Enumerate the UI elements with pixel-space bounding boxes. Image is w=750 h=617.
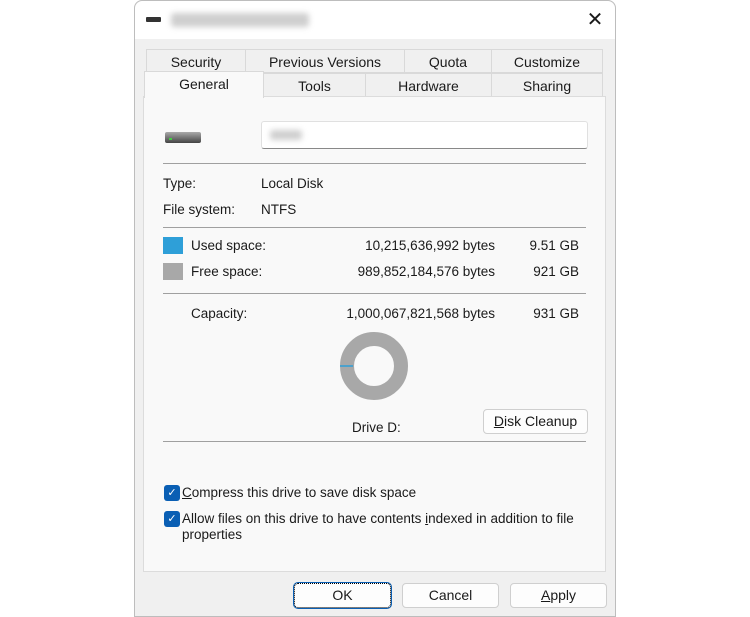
capacity-bytes: 1,000,067,821,568 bytes bbox=[346, 306, 495, 321]
tab-tools[interactable]: Tools bbox=[263, 73, 366, 97]
compress-label[interactable]: Compress this drive to save disk space bbox=[182, 485, 416, 500]
apply-button[interactable]: Apply bbox=[510, 583, 607, 608]
window-title bbox=[171, 13, 309, 27]
free-space-gb: 921 GB bbox=[533, 264, 579, 279]
free-space-label: Free space: bbox=[191, 264, 263, 279]
filesystem-label: File system: bbox=[163, 202, 236, 217]
type-value: Local Disk bbox=[261, 176, 324, 191]
used-space-gb: 9.51 GB bbox=[529, 238, 579, 253]
disk-cleanup-button[interactable]: Disk Cleanup bbox=[483, 409, 588, 434]
drive-label: Drive D: bbox=[352, 420, 401, 435]
index-checkbox[interactable]: ✓ bbox=[164, 511, 180, 527]
tab-general[interactable]: General bbox=[144, 71, 264, 98]
index-label[interactable]: Allow files on this drive to have conten… bbox=[182, 511, 582, 543]
type-label: Type: bbox=[163, 176, 197, 191]
general-panel: Type: Local Disk File system: NTFS Used … bbox=[143, 96, 606, 572]
free-space-ring bbox=[340, 332, 408, 400]
hard-drive-icon bbox=[165, 132, 201, 143]
used-space-label: Used space: bbox=[191, 238, 267, 253]
tab-hardware[interactable]: Hardware bbox=[365, 73, 492, 97]
cancel-button[interactable]: Cancel bbox=[402, 583, 499, 608]
used-space-swatch bbox=[163, 237, 183, 254]
tab-previous-versions[interactable]: Previous Versions bbox=[245, 49, 405, 73]
drive-icon bbox=[146, 17, 161, 22]
tab-quota[interactable]: Quota bbox=[404, 49, 492, 73]
tab-customize[interactable]: Customize bbox=[491, 49, 603, 73]
drive-name-input[interactable] bbox=[261, 121, 588, 149]
capacity-label: Capacity: bbox=[191, 306, 248, 321]
free-space-swatch bbox=[163, 263, 183, 280]
compress-checkbox[interactable]: ✓ bbox=[164, 485, 180, 501]
ok-button[interactable]: OK bbox=[294, 583, 391, 608]
capacity-gb: 931 GB bbox=[533, 306, 579, 321]
close-icon[interactable]: ✕ bbox=[583, 9, 607, 31]
filesystem-value: NTFS bbox=[261, 202, 297, 217]
tab-sharing[interactable]: Sharing bbox=[491, 73, 603, 97]
tab-security[interactable]: Security bbox=[146, 49, 246, 73]
properties-dialog: ✕ Security Previous Versions Quota Custo… bbox=[134, 0, 616, 617]
free-space-bytes: 989,852,184,576 bytes bbox=[357, 264, 495, 279]
title-bar: ✕ bbox=[135, 1, 615, 39]
used-space-bytes: 10,215,636,992 bytes bbox=[365, 238, 495, 253]
usage-donut-chart bbox=[340, 332, 408, 400]
